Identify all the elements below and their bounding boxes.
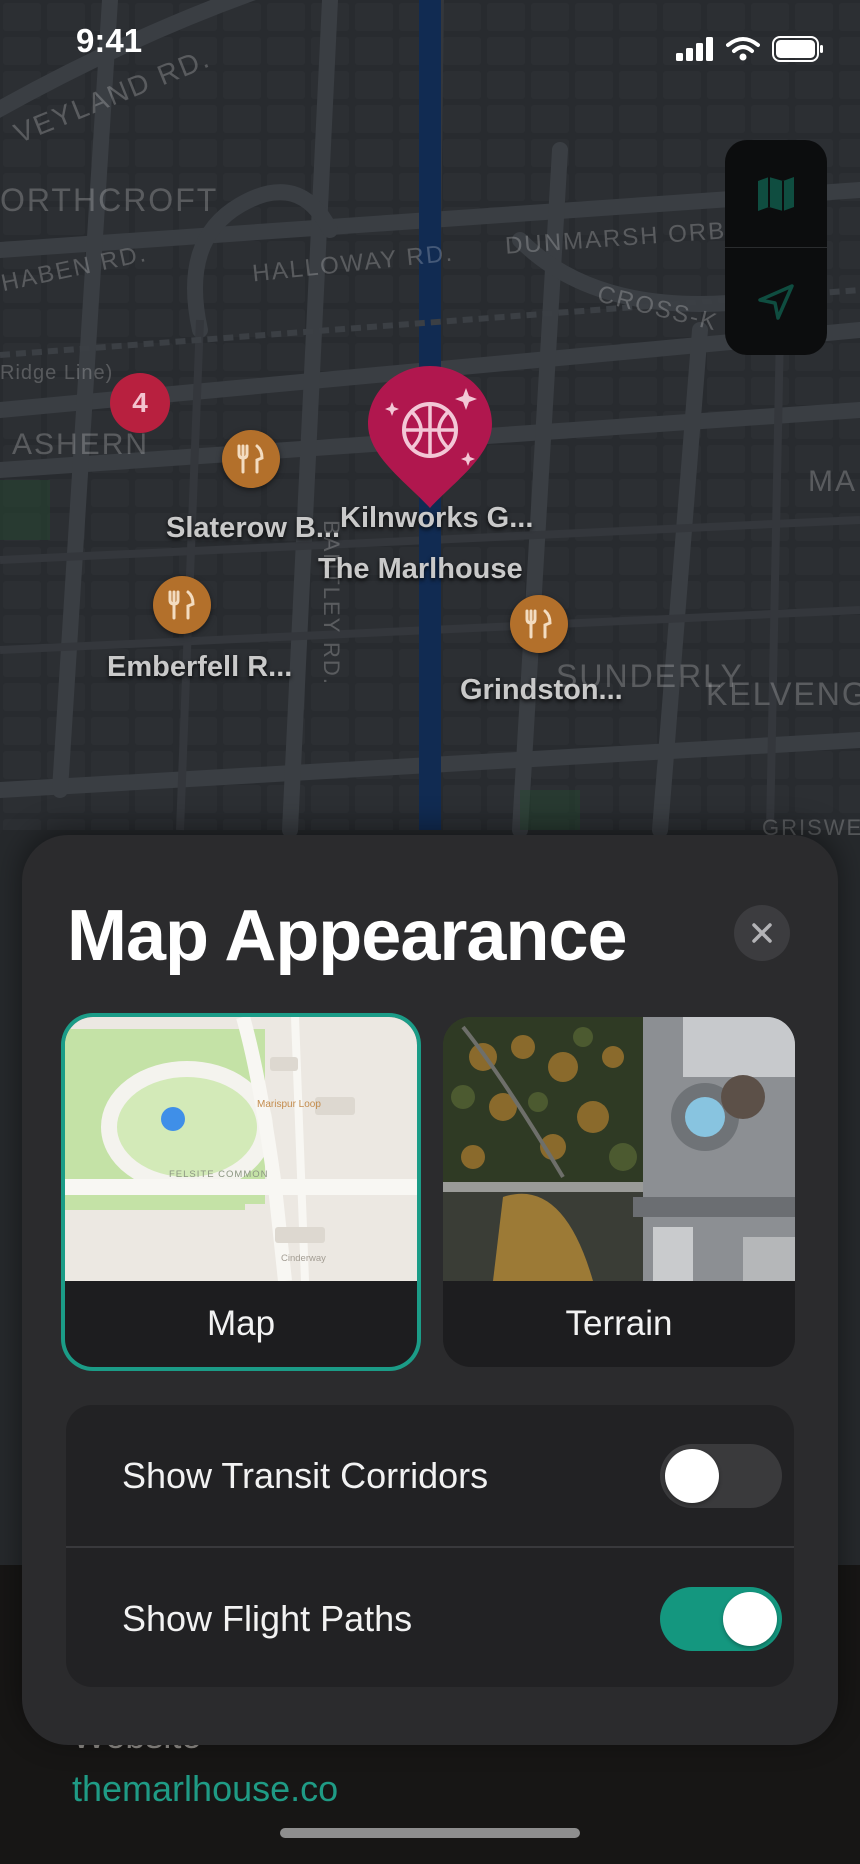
- thumb-street-label: Cinderway: [281, 1253, 326, 1264]
- close-button[interactable]: [734, 905, 790, 961]
- restaurant-pin[interactable]: [153, 576, 211, 634]
- street-label: ORTHCROFT: [0, 182, 219, 218]
- map-controls: [725, 140, 827, 355]
- selected-place-pin[interactable]: [364, 362, 496, 512]
- sheet-title: Map Appearance: [67, 896, 628, 976]
- option-label: Map: [206, 1304, 276, 1343]
- flight-paths-switch[interactable]: [660, 1586, 782, 1651]
- map-mode-button[interactable]: [725, 140, 827, 247]
- home-indicator[interactable]: [280, 1828, 580, 1838]
- status-icons: [676, 36, 824, 62]
- poi-label[interactable]: Emberfell R...: [107, 651, 292, 684]
- street-label: ASHERN: [12, 428, 150, 461]
- toggle-label: Show Transit Corridors: [122, 1454, 489, 1496]
- thumb-park-label: FELSITE COMMON: [169, 1169, 269, 1180]
- transit-corridors-switch[interactable]: [660, 1443, 782, 1508]
- street-label: Ridge Line): [0, 362, 114, 384]
- thumb-street-label: Marispur Loop: [257, 1099, 321, 1110]
- toggle-row-flight-paths: Show Flight Paths: [66, 1548, 794, 1687]
- poi-label[interactable]: The Marlhouse: [318, 553, 523, 586]
- toggle-row-transit-corridors: Show Transit Corridors: [66, 1405, 794, 1546]
- cellular-signal-icon: [676, 37, 713, 61]
- fork-knife-icon: [237, 444, 264, 474]
- street-label: KELVENG: [706, 676, 860, 712]
- map-style-option-terrain[interactable]: Terrain: [443, 1017, 795, 1367]
- locate-button[interactable]: [725, 248, 827, 355]
- poi-label[interactable]: Slaterow B...: [166, 512, 340, 545]
- street-label: MA: [808, 465, 857, 498]
- wifi-icon: [726, 37, 760, 61]
- restaurant-pin[interactable]: [222, 430, 280, 488]
- map-icon: [758, 176, 794, 211]
- fork-knife-icon: [525, 609, 552, 639]
- close-icon: [752, 923, 772, 943]
- battery-icon: [772, 36, 823, 62]
- basketball-icon: [368, 366, 492, 508]
- poi-label[interactable]: Kilnworks G...: [340, 502, 533, 535]
- website-link[interactable]: themarlhouse.co: [72, 1768, 338, 1810]
- map-appearance-sheet: Map Appearance Marispur Loop FELSITE COM…: [22, 835, 838, 1745]
- map-thumbnail: Marispur Loop FELSITE COMMON Cinderway: [65, 1017, 417, 1281]
- map-style-option-map[interactable]: Marispur Loop FELSITE COMMON Cinderway M…: [65, 1017, 417, 1367]
- terrain-thumbnail: [443, 1017, 795, 1281]
- cluster-badge[interactable]: 4: [110, 373, 170, 433]
- status-bar: 9:41: [0, 0, 860, 90]
- option-label: Terrain: [565, 1304, 673, 1343]
- restaurant-pin[interactable]: [510, 595, 568, 653]
- toggle-label: Show Flight Paths: [122, 1597, 413, 1639]
- status-time: 9:41: [76, 22, 143, 59]
- location-arrow-icon: [758, 283, 794, 320]
- switch-knob: [723, 1591, 777, 1646]
- poi-label[interactable]: Grindston...: [460, 674, 623, 707]
- layer-toggles: Show Transit Corridors Show Flight Paths: [66, 1405, 794, 1687]
- fork-knife-icon: [168, 590, 195, 620]
- switch-knob: [665, 1448, 719, 1503]
